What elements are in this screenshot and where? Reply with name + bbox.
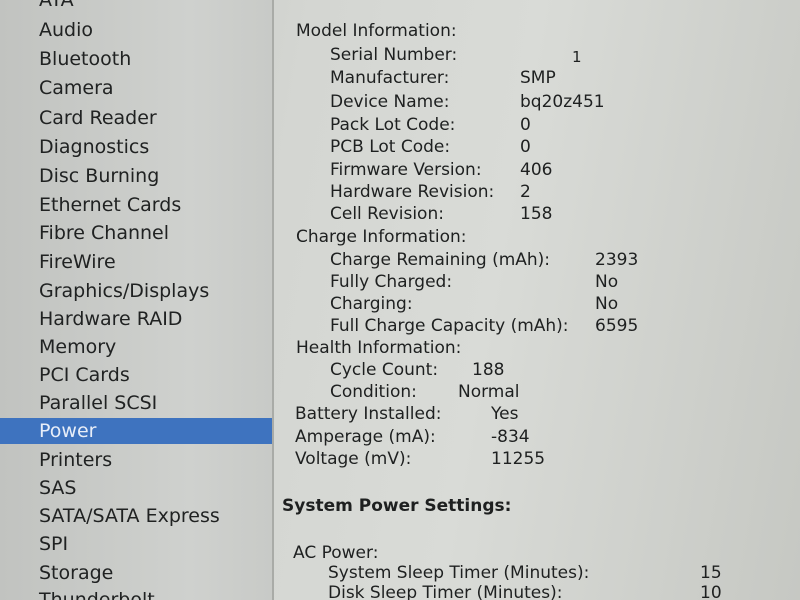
sidebar-item-firewire[interactable]: FireWire (0, 249, 272, 276)
condition-value: Normal (458, 382, 520, 402)
sidebar-item-ethernet-cards[interactable]: Ethernet Cards (0, 192, 272, 219)
sidebar-item-graphics-displays[interactable]: Graphics/Displays (0, 278, 272, 305)
full-charge-capacity-value: 6595 (595, 316, 639, 336)
firmware-version-label: Firmware Version: (330, 160, 482, 180)
sidebar-item-card-reader[interactable]: Card Reader (0, 105, 272, 132)
system-power-settings-heading: System Power Settings: (282, 496, 512, 516)
fully-charged-value: No (595, 272, 619, 292)
cycle-count-value: 188 (472, 360, 505, 380)
amperage-value: -834 (491, 427, 530, 447)
sidebar-item-pci-cards[interactable]: PCI Cards (0, 362, 272, 389)
sidebar-item-spi[interactable]: SPI (0, 531, 272, 558)
model-information-heading: Model Information: (296, 21, 457, 41)
charging-value: No (595, 294, 619, 314)
device-name-value: bq20z451 (520, 92, 605, 112)
battery-installed-value: Yes (491, 404, 519, 424)
sidebar-item-ata[interactable]: ATA (0, 0, 272, 14)
condition-label: Condition: (330, 382, 417, 402)
charge-information-heading: Charge Information: (296, 227, 467, 247)
fully-charged-label: Fully Charged: (330, 272, 453, 292)
ac-power-heading: AC Power: (293, 543, 379, 563)
charge-remaining-label: Charge Remaining (mAh): (330, 250, 551, 270)
charging-label: Charging: (330, 294, 413, 314)
sidebar-item-parallel-scsi[interactable]: Parallel SCSI (0, 390, 272, 417)
voltage-value: 11255 (491, 449, 546, 469)
sidebar: ATA Audio Bluetooth Camera Card Reader D… (0, 0, 274, 600)
sidebar-item-audio[interactable]: Audio (0, 17, 272, 44)
serial-number-label: Serial Number: (330, 45, 458, 65)
sidebar-item-sas[interactable]: SAS (0, 475, 272, 502)
sidebar-item-diagnostics[interactable]: Diagnostics (0, 134, 272, 161)
sidebar-item-bluetooth[interactable]: Bluetooth (0, 46, 272, 73)
amperage-label: Amperage (mA): (295, 427, 436, 447)
full-charge-capacity-label: Full Charge Capacity (mAh): (330, 316, 569, 336)
sidebar-item-sata-sata-express[interactable]: SATA/SATA Express (0, 503, 272, 530)
cell-revision-label: Cell Revision: (330, 204, 444, 224)
pcb-lot-code-label: PCB Lot Code: (330, 137, 451, 157)
system-sleep-timer-label: System Sleep Timer (Minutes): (328, 563, 590, 583)
disk-sleep-timer-label: Disk Sleep Timer (Minutes): (328, 583, 563, 600)
hardware-revision-value: 2 (520, 182, 531, 202)
sidebar-item-thunderbolt[interactable]: Thunderbolt (0, 587, 272, 600)
pcb-lot-code-value: 0 (520, 137, 531, 157)
battery-installed-label: Battery Installed: (295, 404, 442, 424)
cell-revision-value: 158 (520, 204, 553, 224)
voltage-label: Voltage (mV): (295, 449, 412, 469)
sidebar-item-hardware-raid[interactable]: Hardware RAID (0, 306, 272, 333)
disk-sleep-timer-value: 10 (700, 583, 722, 600)
firmware-version-value: 406 (520, 160, 553, 180)
charge-remaining-value: 2393 (595, 250, 639, 270)
manufacturer-value: SMP (520, 68, 556, 88)
sidebar-item-fibre-channel[interactable]: Fibre Channel (0, 220, 272, 247)
system-sleep-timer-value: 15 (700, 563, 722, 583)
power-detail-pane: Model Information: Serial Number: 1 Manu… (274, 0, 800, 600)
sidebar-item-power[interactable]: Power (0, 418, 272, 444)
system-information-window: ATA Audio Bluetooth Camera Card Reader D… (0, 0, 800, 600)
cycle-count-label: Cycle Count: (330, 360, 439, 380)
sidebar-item-disc-burning[interactable]: Disc Burning (0, 163, 272, 190)
sidebar-item-storage[interactable]: Storage (0, 560, 272, 587)
sidebar-item-printers[interactable]: Printers (0, 447, 272, 474)
manufacturer-label: Manufacturer: (330, 68, 450, 88)
health-information-heading: Health Information: (296, 338, 462, 358)
serial-number-value: 1 (572, 48, 582, 66)
pack-lot-code-label: Pack Lot Code: (330, 115, 456, 135)
hardware-revision-label: Hardware Revision: (330, 182, 495, 202)
pack-lot-code-value: 0 (520, 115, 531, 135)
device-name-label: Device Name: (330, 92, 450, 112)
sidebar-item-memory[interactable]: Memory (0, 334, 272, 361)
sidebar-item-camera[interactable]: Camera (0, 75, 272, 102)
